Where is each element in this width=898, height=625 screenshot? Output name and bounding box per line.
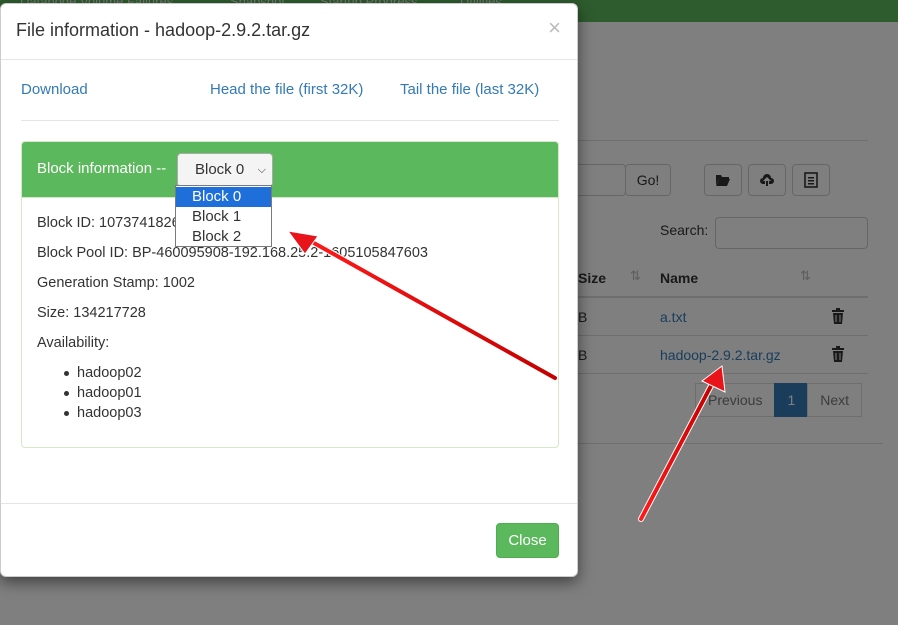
panel-heading: Block information -- Block 0 ⌵: [22, 142, 558, 198]
datanode-host: hadoop03: [77, 405, 142, 421]
download-link[interactable]: Download: [21, 81, 88, 98]
chevron-down-icon: ⌵: [257, 164, 266, 176]
close-button[interactable]: Close: [496, 523, 559, 558]
list-bullet: [64, 411, 69, 416]
block-option[interactable]: Block 0: [176, 187, 271, 207]
panel-title: Block information --: [37, 160, 167, 177]
file-information-modal: File information - hadoop-2.9.2.tar.gz ×…: [0, 3, 578, 577]
block-select-value: Block 0: [195, 161, 245, 178]
divider: [21, 120, 559, 121]
block-pool-id: Block Pool ID: BP-460095908-192.168.25.2…: [37, 245, 428, 261]
block-select-options: Block 0 Block 1 Block 2: [175, 185, 272, 247]
divider: [1, 503, 577, 504]
head-file-link[interactable]: Head the file (first 32K): [210, 81, 363, 98]
list-bullet: [64, 391, 69, 396]
block-option[interactable]: Block 2: [176, 227, 271, 247]
availability-label: Availability:: [37, 335, 110, 351]
block-id: Block ID: 1073741826: [37, 215, 180, 231]
block-size: Size: 134217728: [37, 305, 146, 321]
block-option[interactable]: Block 1: [176, 207, 271, 227]
block-select[interactable]: Block 0 ⌵: [177, 153, 273, 187]
generation-stamp: Generation Stamp: 1002: [37, 275, 195, 291]
modal-title: File information - hadoop-2.9.2.tar.gz: [16, 20, 311, 40]
tail-file-link[interactable]: Tail the file (last 32K): [400, 81, 539, 98]
modal-header: File information - hadoop-2.9.2.tar.gz ×: [1, 4, 577, 60]
list-bullet: [64, 371, 69, 376]
datanode-host: hadoop02: [77, 365, 142, 381]
datanode-host: hadoop01: [77, 385, 142, 401]
close-icon[interactable]: ×: [548, 17, 561, 39]
block-information-panel: Block information -- Block 0 ⌵ Block ID:…: [21, 141, 559, 448]
